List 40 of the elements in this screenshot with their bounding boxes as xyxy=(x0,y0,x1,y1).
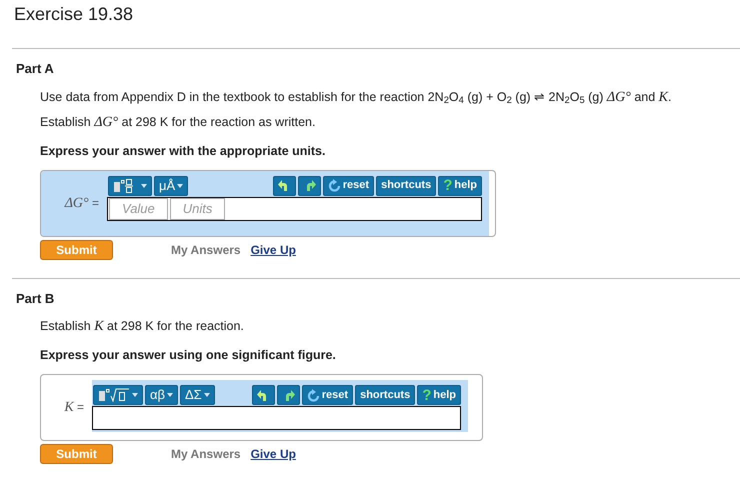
help-button[interactable]: ?help xyxy=(438,176,482,196)
help-button[interactable]: ?help xyxy=(417,385,461,405)
my-answers-link[interactable]: My Answers xyxy=(171,445,241,463)
redo-button[interactable] xyxy=(276,385,300,405)
value-field[interactable]: Value xyxy=(109,198,168,220)
reset-icon xyxy=(328,179,341,192)
exercise-title: Exercise 19.38 xyxy=(13,3,134,26)
template-button[interactable] xyxy=(108,176,152,196)
symbol-button[interactable]: μÅ xyxy=(154,176,188,196)
caret-icon xyxy=(132,393,138,397)
caret-icon xyxy=(204,393,210,397)
template-button[interactable] xyxy=(93,385,143,405)
template-icon xyxy=(98,388,130,402)
instruction-text: Express your answer with the appropriate units. xyxy=(40,142,326,158)
shortcuts-button[interactable]: shortcuts xyxy=(355,385,416,405)
redo-button[interactable] xyxy=(298,176,321,196)
question-text: Establish ΔG° at 298 K for the reaction as written. xyxy=(40,114,316,130)
reset-button[interactable]: reset xyxy=(322,176,374,196)
my-answers-link[interactable]: My Answers xyxy=(171,240,241,258)
question-text: Use data from Appendix D in the textbook to establish for the reaction 2N$_{2}$O$_{4}$ (g) + O$_{2}$ (g) ⇌ 2N$_{2}$O$_{5}$ (g) ΔG° and K. xyxy=(40,88,672,106)
instruction-text: Express your answer using one significant figure. xyxy=(40,347,337,363)
part-heading: Part A xyxy=(16,60,55,78)
units-field[interactable]: Units xyxy=(170,198,226,220)
caret-icon xyxy=(167,393,173,397)
undo-button[interactable] xyxy=(272,176,296,196)
undo-button[interactable] xyxy=(252,385,275,405)
caret-icon xyxy=(141,184,147,188)
caret-icon xyxy=(177,184,184,188)
give-up-link[interactable]: Give Up xyxy=(250,445,296,463)
question-text: Establish K at 298 K for the reaction. xyxy=(40,318,245,335)
answer-label: ΔG° = xyxy=(41,170,107,236)
answer-label: K = xyxy=(63,399,85,417)
part-heading: Part B xyxy=(16,290,56,308)
answer-input[interactable] xyxy=(92,406,461,430)
reset-icon xyxy=(306,388,320,402)
give-up-link[interactable]: Give Up xyxy=(250,240,296,258)
reset-button[interactable]: reset xyxy=(302,385,354,405)
shortcuts-button[interactable]: shortcuts xyxy=(376,176,436,196)
symbol-button[interactable]: ΔΣ xyxy=(180,385,215,405)
symbol-button[interactable]: αβ xyxy=(145,385,178,405)
